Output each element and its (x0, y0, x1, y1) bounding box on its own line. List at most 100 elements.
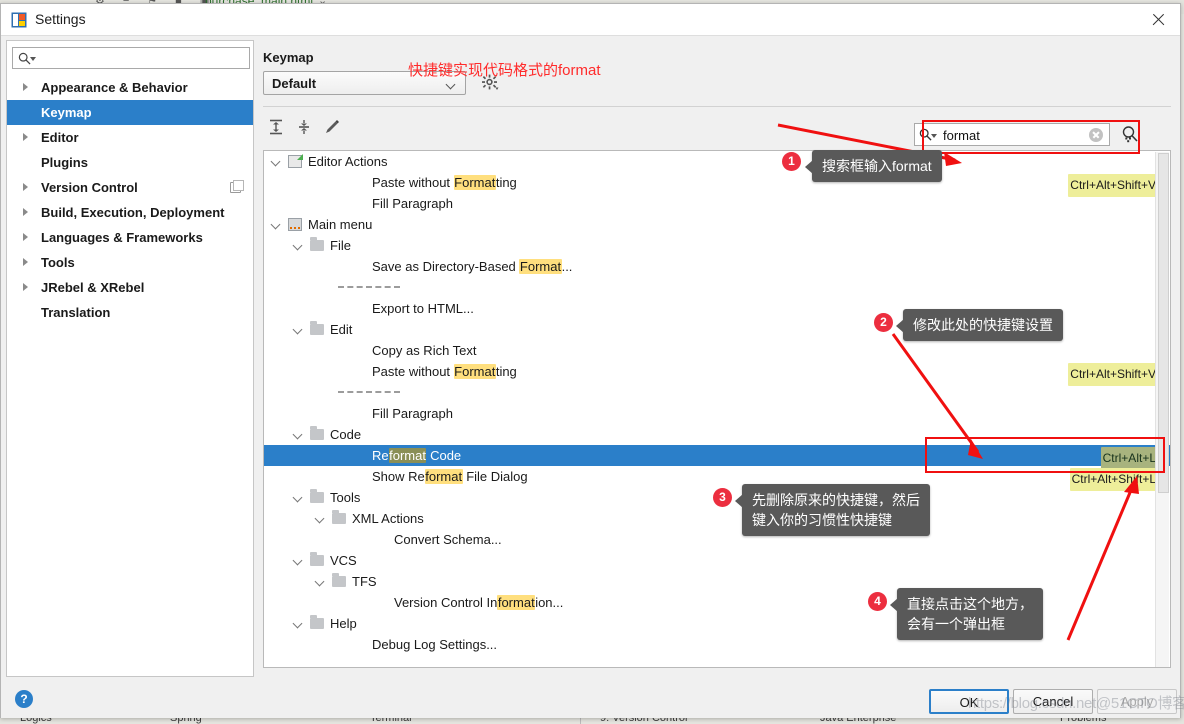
tree-row[interactable]: Fill Paragraph (264, 403, 1170, 424)
tree-row[interactable]: Reformat Code Ctrl+Alt+L (264, 445, 1170, 470)
tree-row-label: Fill Paragraph (372, 406, 453, 421)
search-match-highlight: format (424, 469, 463, 484)
tree-row[interactable]: Fill Paragraph (264, 193, 1170, 214)
sidebar-item-jrebel-xrebel[interactable]: JRebel & XRebel (7, 275, 253, 300)
sidebar-search-input[interactable] (38, 50, 243, 67)
tree-row-label: TFS (352, 574, 377, 589)
chevron-down-icon[interactable] (294, 620, 302, 628)
sidebar-item-editor[interactable]: Editor (7, 125, 253, 150)
sidebar-item-label: Editor (41, 130, 79, 145)
chevron-down-icon[interactable] (316, 578, 324, 586)
tree-row-label: File (330, 238, 351, 253)
tree-row[interactable]: Tools (264, 487, 1170, 508)
chevron-down-icon[interactable] (294, 242, 302, 250)
tree-row-label: Save as Directory-Based Format... (372, 259, 573, 274)
sidebar-item-label: Version Control (41, 180, 138, 195)
keymap-action-tree[interactable]: Editor Actions Paste without Formatting Ct… (263, 150, 1171, 668)
dialog-footer: ? OK Cancel Apply (1, 680, 1180, 718)
folder-icon (310, 552, 324, 566)
tree-row[interactable]: Editor Actions (264, 151, 1170, 172)
sidebar-search-box[interactable] (12, 47, 250, 69)
gear-icon[interactable] (481, 74, 499, 92)
tree-row-label: Fill Paragraph (372, 196, 453, 211)
tree-row-label: Tools (330, 490, 361, 505)
keymap-search-box[interactable] (914, 123, 1110, 146)
tree-row[interactable]: Edit (264, 319, 1170, 340)
help-icon[interactable]: ? (15, 690, 33, 708)
close-icon[interactable] (1148, 10, 1168, 30)
tree-row[interactable]: Paste without Formatting Ctrl+Alt+Shift+V (264, 172, 1170, 197)
sidebar-item-build-execution-deployment[interactable]: Build, Execution, Deployment (7, 200, 253, 225)
keymap-search-input[interactable] (941, 126, 1081, 144)
menu-separator-dashes (338, 391, 400, 393)
chevron-down-icon[interactable] (294, 494, 302, 502)
tree-row-label: Copy as Rich Text (372, 343, 477, 358)
tree-row[interactable]: XML Actions (264, 508, 1170, 529)
editor-actions-icon (288, 154, 303, 168)
tree-vertical-scrollbar[interactable] (1155, 152, 1169, 667)
sidebar-item-label: Plugins (41, 155, 88, 170)
sidebar-item-label: Languages & Frameworks (41, 230, 203, 245)
tree-row-label: Reformat Code (372, 448, 462, 463)
chevron-down-icon[interactable] (272, 221, 280, 229)
search-match-highlight: Format (453, 175, 496, 190)
copy-icon[interactable] (230, 180, 244, 193)
tree-row-label: Convert Schema... (394, 532, 502, 547)
keymap-scheme-value: Default (272, 76, 317, 91)
chevron-right-icon[interactable] (23, 283, 28, 291)
sidebar-item-label: Tools (41, 255, 75, 270)
sidebar-item-tools[interactable]: Tools (7, 250, 253, 275)
tree-separator (264, 277, 1170, 298)
tree-row[interactable]: Debug Log Settings... (264, 634, 1170, 655)
expand-all-icon[interactable] (267, 118, 285, 136)
chevron-down-icon[interactable] (316, 515, 324, 523)
sidebar-item-version-control[interactable]: Version Control (7, 175, 253, 200)
chevron-down-icon[interactable] (294, 431, 302, 439)
tree-row[interactable]: VCS (264, 550, 1170, 571)
tree-row[interactable]: File (264, 235, 1170, 256)
tree-row-label: Paste without Formatting (372, 175, 517, 190)
ok-button[interactable]: OK (929, 689, 1009, 714)
tree-row[interactable]: Paste without Formatting Ctrl+Alt+Shift+V (264, 361, 1170, 386)
tree-row[interactable]: Main menu (264, 214, 1170, 235)
chevron-right-icon[interactable] (23, 208, 28, 216)
sidebar-item-languages-frameworks[interactable]: Languages & Frameworks (7, 225, 253, 250)
chevron-down-icon[interactable] (294, 326, 302, 334)
chevron-down-icon[interactable] (30, 57, 36, 61)
tree-row[interactable]: Help (264, 613, 1170, 634)
chevron-down-icon[interactable] (294, 557, 302, 565)
folder-icon (310, 426, 324, 440)
sidebar-item-translation[interactable]: Translation (7, 300, 253, 325)
scrollbar-thumb[interactable] (1158, 153, 1169, 493)
clear-icon[interactable] (1089, 128, 1103, 142)
tree-row[interactable]: TFS (264, 571, 1170, 592)
cancel-button[interactable]: Cancel (1013, 689, 1093, 714)
chevron-right-icon[interactable] (23, 233, 28, 241)
chevron-right-icon[interactable] (23, 83, 28, 91)
tree-row[interactable]: Copy as Rich Text (264, 340, 1170, 361)
tree-row[interactable]: Show Reformat File Dialog Ctrl+Alt+Shift+… (264, 466, 1170, 491)
tree-row[interactable]: Save as Directory-Based Format... (264, 256, 1170, 277)
keymap-panel: Keymap Default format Editor Actions Pas… (259, 40, 1175, 677)
tree-row[interactable]: Convert Schema... (264, 529, 1170, 550)
collapse-all-icon[interactable] (295, 118, 313, 136)
find-by-shortcut-icon[interactable] (1120, 124, 1140, 144)
tree-row-label: Help (330, 616, 357, 631)
chevron-right-icon[interactable] (23, 258, 28, 266)
search-match-highlight: format (497, 595, 536, 610)
dialog-titlebar: Settings (1, 4, 1180, 36)
edit-pencil-icon[interactable] (323, 118, 341, 136)
chevron-down-icon[interactable] (272, 158, 280, 166)
sidebar-item-keymap[interactable]: Keymap (7, 100, 253, 125)
tree-row[interactable]: Export to HTML... (264, 298, 1170, 319)
chevron-right-icon[interactable] (23, 133, 28, 141)
sidebar-item-appearance-behavior[interactable]: Appearance & Behavior (7, 75, 253, 100)
apply-button: Apply (1097, 689, 1177, 714)
chevron-down-icon[interactable] (931, 134, 937, 138)
chevron-right-icon[interactable] (23, 183, 28, 191)
main-menu-icon (288, 218, 302, 231)
keymap-scheme-select[interactable]: Default (263, 71, 466, 95)
sidebar-item-plugins[interactable]: Plugins (7, 150, 253, 175)
tree-row[interactable]: Code (264, 424, 1170, 445)
tree-row[interactable]: Version Control Information... (264, 592, 1170, 613)
